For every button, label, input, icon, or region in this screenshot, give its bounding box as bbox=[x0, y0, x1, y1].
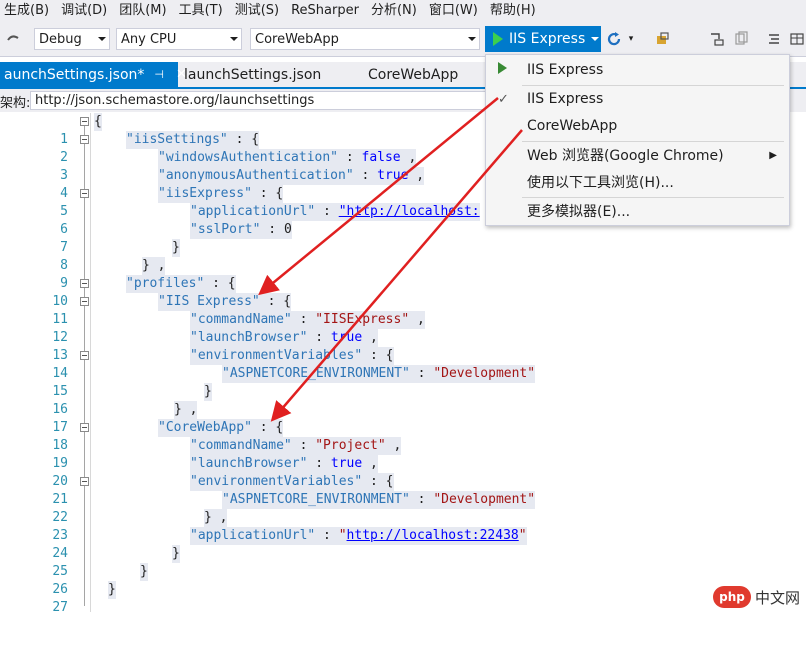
dropdown-item-iis-express-run[interactable]: IIS Express bbox=[486, 58, 789, 82]
redo-icon[interactable] bbox=[2, 28, 24, 50]
tab-launchsettings[interactable]: launchSettings.json bbox=[180, 62, 330, 87]
schema-input[interactable]: http://json.schemastore.org/launchsettin… bbox=[30, 91, 490, 110]
tab-launchsettings-active[interactable]: aunchSettings.json* ⊣ ✕ bbox=[0, 62, 187, 87]
play-icon bbox=[493, 32, 503, 46]
play-icon bbox=[498, 62, 507, 78]
checkmark-icon: ✓ bbox=[498, 91, 509, 107]
code-line: 10 "profiles" : { bbox=[52, 275, 236, 309]
menu-divider bbox=[522, 197, 784, 198]
code-line: 16 } bbox=[52, 383, 212, 417]
code-line: 21 "environmentVariables" : { bbox=[52, 473, 394, 507]
config-value: Debug bbox=[39, 31, 82, 47]
tab-label: launchSettings.json bbox=[184, 66, 322, 83]
watermark-text: 中文网 bbox=[754, 588, 800, 607]
platform-value: Any CPU bbox=[121, 31, 177, 47]
pin-icon[interactable]: ⊣ bbox=[154, 68, 164, 81]
code-line: 24 "applicationUrl" : "http://localhost:… bbox=[52, 527, 527, 561]
watermark: php 中文网 bbox=[712, 586, 800, 608]
code-line: 17 } , bbox=[52, 401, 198, 435]
code-line: 22 "ASPNETCORE_ENVIRONMENT" : "Developme… bbox=[52, 491, 536, 525]
tab-label: aunchSettings.json* bbox=[4, 66, 145, 83]
platform-combo[interactable]: Any CPU bbox=[116, 28, 242, 50]
code-line: 15 "ASPNETCORE_ENVIRONMENT" : "Developme… bbox=[52, 365, 536, 399]
menu-resharper[interactable]: ReSharper bbox=[291, 0, 371, 22]
menu-build[interactable]: 生成(B) bbox=[4, 0, 61, 22]
step-over-icon[interactable] bbox=[706, 28, 728, 50]
code-line: 27 } bbox=[52, 581, 116, 615]
code-line: 19 "commandName" : "Project" , bbox=[52, 437, 402, 471]
menu-divider bbox=[522, 85, 784, 86]
watermark-badge: php bbox=[712, 586, 751, 608]
fold-toggle-icon[interactable] bbox=[80, 117, 89, 126]
code-line: 12 "commandName" : "IISExpress" , bbox=[52, 311, 425, 345]
grid-icon[interactable] bbox=[788, 28, 806, 50]
fold-toggle-icon[interactable] bbox=[80, 279, 89, 288]
schema-label: 架构: bbox=[0, 96, 31, 111]
code-line: 23 } , bbox=[52, 509, 228, 543]
menu-bar: 生成(B) 调试(D) 团队(M) 工具(T) 测试(S) ReSharper … bbox=[0, 0, 806, 22]
browser-link-icon[interactable] bbox=[652, 28, 676, 50]
run-button-label: IIS Express bbox=[509, 31, 586, 47]
toolbar: Debug Any CPU CoreWebApp ▾ bbox=[0, 22, 806, 57]
menu-test[interactable]: 测试(S) bbox=[235, 0, 291, 22]
menu-team[interactable]: 团队(M) bbox=[119, 0, 178, 22]
chevron-right-icon: ▶ bbox=[769, 149, 777, 161]
project-value: CoreWebApp bbox=[255, 31, 339, 47]
code-line: 14 "environmentVariables" : { bbox=[52, 347, 394, 381]
dropdown-item-iis-express[interactable]: ✓ IIS Express bbox=[486, 87, 789, 111]
chevron-down-icon bbox=[468, 37, 476, 41]
code-line: 26 } bbox=[52, 563, 148, 597]
dropdown-item-more-emulators[interactable]: 更多模拟器(E)... bbox=[486, 199, 789, 223]
code-line: 13 "launchBrowser" : true , bbox=[52, 329, 378, 363]
menu-help[interactable]: 帮助(H) bbox=[490, 0, 548, 22]
menu-analyze[interactable]: 分析(N) bbox=[371, 0, 429, 22]
run-button[interactable]: IIS Express bbox=[485, 26, 601, 52]
menu-window[interactable]: 窗口(W) bbox=[429, 0, 490, 22]
fold-toggle-icon[interactable] bbox=[80, 423, 89, 432]
code-line: 18 "CoreWebApp" : { bbox=[52, 419, 284, 453]
code-line: 11 "IIS Express" : { bbox=[52, 293, 292, 327]
copy-icon[interactable] bbox=[730, 28, 752, 50]
code-line: 8 } bbox=[60, 239, 180, 273]
dropdown-item-web-browser[interactable]: Web 浏览器(Google Chrome) ▶ bbox=[486, 143, 789, 167]
chevron-down-icon bbox=[230, 37, 238, 41]
run-target-dropdown: IIS Express ✓ IIS Express CoreWebApp Web… bbox=[485, 54, 790, 226]
menu-tools[interactable]: 工具(T) bbox=[179, 0, 235, 22]
fold-toggle-icon[interactable] bbox=[80, 135, 89, 144]
fold-toggle-icon[interactable] bbox=[80, 189, 89, 198]
refresh-icon[interactable] bbox=[604, 28, 624, 50]
fold-toggle-icon[interactable] bbox=[80, 477, 89, 486]
chevron-down-icon bbox=[591, 37, 600, 41]
code-line: 20 "launchBrowser" : true , bbox=[52, 455, 378, 489]
tab-corewebapp[interactable]: CoreWebApp bbox=[364, 62, 474, 87]
fold-toggle-icon[interactable] bbox=[80, 297, 89, 306]
tab-label: CoreWebApp bbox=[368, 66, 459, 83]
menu-divider bbox=[522, 141, 784, 142]
project-combo[interactable]: CoreWebApp bbox=[250, 28, 480, 50]
chevron-down-icon[interactable]: ▾ bbox=[626, 28, 636, 50]
list-icon[interactable] bbox=[764, 28, 784, 50]
chevron-down-icon bbox=[98, 37, 106, 41]
code-line: 9 } , bbox=[60, 257, 166, 291]
menu-debug[interactable]: 调试(D) bbox=[61, 0, 119, 22]
fold-toggle-icon[interactable] bbox=[80, 351, 89, 360]
dropdown-item-corewebapp[interactable]: CoreWebApp bbox=[486, 114, 789, 138]
dropdown-item-browse-with[interactable]: 使用以下工具浏览(H)... bbox=[486, 170, 789, 194]
code-line: 25 } bbox=[52, 545, 180, 579]
config-combo[interactable]: Debug bbox=[34, 28, 110, 50]
